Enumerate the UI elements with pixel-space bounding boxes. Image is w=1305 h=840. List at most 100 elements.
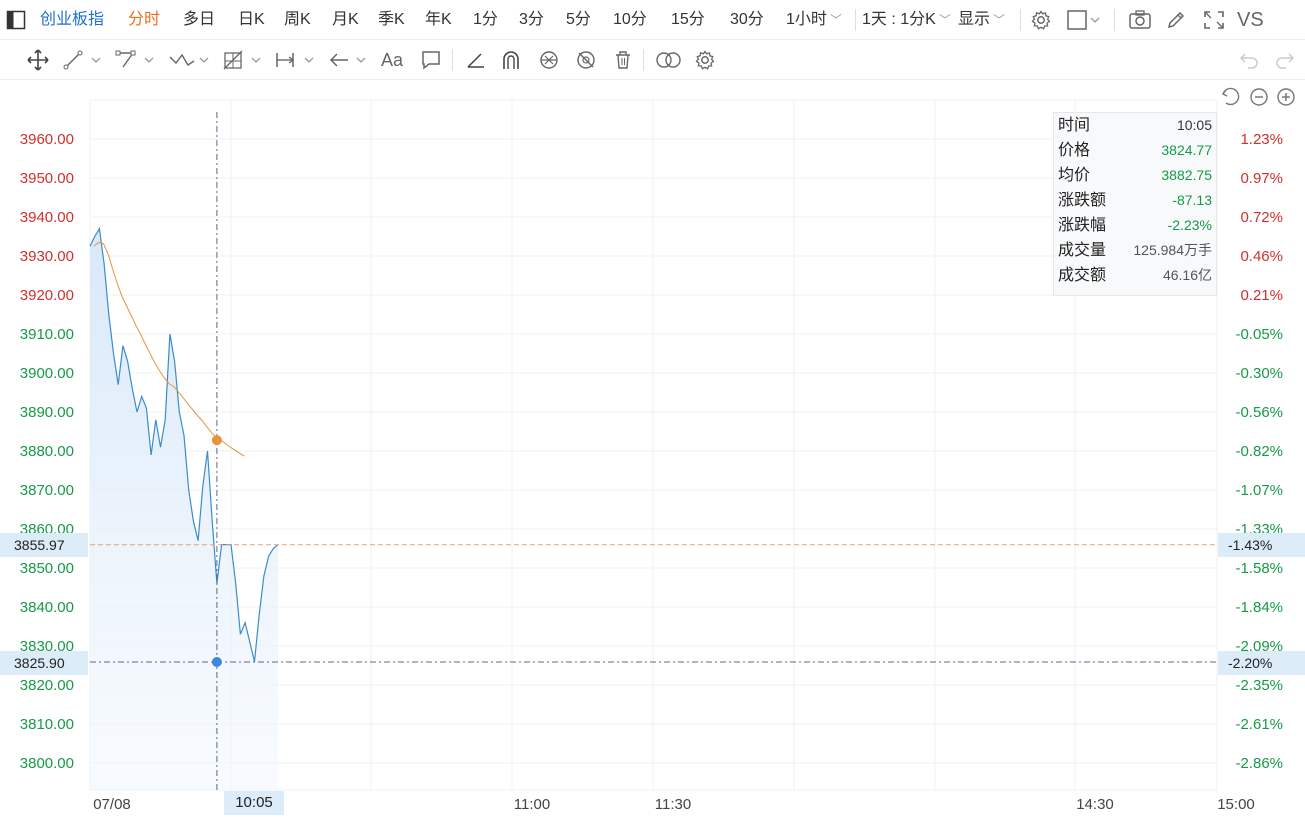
y-right-tick: 0.21% bbox=[1240, 287, 1283, 304]
channel-tool-icon[interactable] bbox=[115, 49, 159, 76]
price-area-fill bbox=[90, 228, 278, 790]
y-right-tick: -0.30% bbox=[1235, 365, 1283, 382]
crosshair-price-tag-left: 3825.90 bbox=[0, 651, 88, 675]
info-value: 46.16亿 bbox=[1162, 267, 1212, 283]
fullscreen-icon[interactable] bbox=[1202, 9, 1226, 36]
tab-8[interactable]: 3分 bbox=[519, 0, 544, 40]
crosshair-info-panel: 时间 10:05 价格 3824.77 均价 3882.75 涨跌额 -87.13 涨跌幅 -2.… bbox=[1053, 112, 1217, 296]
tab-5[interactable]: 季K bbox=[378, 0, 405, 40]
info-row: 均价 3882.75 bbox=[1058, 163, 1212, 188]
wave-pattern-icon[interactable] bbox=[168, 49, 212, 76]
info-label: 涨跌幅 bbox=[1058, 217, 1107, 234]
plot-frame bbox=[89, 99, 1218, 791]
y-left-tick: 3850.00 bbox=[20, 560, 74, 577]
text-tool-button[interactable]: Aa bbox=[381, 40, 403, 80]
x-tick: 14:30 bbox=[1076, 796, 1114, 813]
camera-icon[interactable] bbox=[1128, 9, 1152, 36]
tab-10[interactable]: 10分 bbox=[613, 0, 647, 40]
sidebar-toggle-icon[interactable] bbox=[6, 10, 26, 35]
tab-12[interactable]: 30分 bbox=[730, 0, 764, 40]
index-name[interactable]: 创业板指 bbox=[40, 0, 104, 40]
pencil-icon[interactable] bbox=[1165, 9, 1187, 36]
trend-line-icon[interactable] bbox=[62, 49, 106, 76]
tab-1[interactable]: 多日 bbox=[183, 0, 215, 40]
y-right-tick: -1.84% bbox=[1235, 599, 1283, 616]
info-label: 涨跌额 bbox=[1058, 192, 1107, 209]
comment-icon[interactable] bbox=[420, 49, 442, 76]
tab-6[interactable]: 年K bbox=[425, 0, 452, 40]
chevron-down-icon: ﹀ bbox=[993, 13, 1006, 27]
grid-measure-icon[interactable] bbox=[222, 49, 266, 76]
reset-zoom-icon[interactable] bbox=[1220, 86, 1242, 113]
zoom-out-icon[interactable] bbox=[1248, 86, 1270, 113]
crosshair-time-tag: 10:05 bbox=[224, 791, 284, 815]
info-value: 10:05 bbox=[1176, 117, 1212, 133]
x-tick: 11:30 bbox=[655, 796, 691, 813]
y-left-tick: 3800.00 bbox=[20, 755, 74, 772]
tab-0[interactable]: 分时 bbox=[128, 0, 160, 40]
magnet-icon[interactable] bbox=[500, 49, 522, 76]
display-dropdown-label: 显示 bbox=[958, 11, 991, 28]
y-left-tick: 3920.00 bbox=[20, 287, 74, 304]
drawing-toolbar: Aa bbox=[0, 40, 1305, 80]
settings-gear-icon[interactable] bbox=[1030, 9, 1052, 36]
info-row: 成交量 125.984万手 bbox=[1058, 238, 1212, 263]
info-row: 涨跌额 -87.13 bbox=[1058, 188, 1212, 213]
y-left-tick: 3940.00 bbox=[20, 209, 74, 226]
lock-drawing-icon[interactable] bbox=[537, 49, 561, 76]
tab-11[interactable]: 15分 bbox=[671, 0, 705, 40]
drawing-settings-gear-icon[interactable] bbox=[694, 49, 716, 76]
info-value: -2.23% bbox=[1167, 217, 1212, 233]
arrow-left-icon[interactable] bbox=[328, 49, 372, 76]
info-label: 成交额 bbox=[1058, 267, 1107, 284]
angle-tool-icon[interactable] bbox=[465, 49, 487, 76]
info-label: 时间 bbox=[1058, 117, 1091, 134]
square-layout-icon[interactable] bbox=[1066, 9, 1106, 36]
average-price-line bbox=[93, 241, 245, 457]
day-dropdown[interactable]: 1天 : 1分K ﹀ bbox=[862, 0, 951, 40]
crosshair-pct-tag-right: -2.20% bbox=[1218, 651, 1305, 675]
info-label: 成交量 bbox=[1058, 242, 1107, 259]
hide-drawings-icon[interactable] bbox=[574, 49, 598, 76]
period-toolbar: 创业板指 分时 多日 日K 周K 月K 季K 年K 1分 3分 5分 10分 15分 30分 1小时 ﹀ … bbox=[0, 0, 1305, 40]
y-right-tick: 0.97% bbox=[1240, 170, 1283, 187]
info-row: 成交额 46.16亿 bbox=[1058, 263, 1212, 288]
hour-dropdown[interactable]: 1小时 ﹀ bbox=[786, 0, 842, 40]
avg-price-marker bbox=[211, 435, 222, 446]
y-left-tick: 3880.00 bbox=[20, 443, 74, 460]
range-measure-icon[interactable] bbox=[274, 49, 318, 76]
tab-7[interactable]: 1分 bbox=[473, 0, 498, 40]
info-row: 价格 3824.77 bbox=[1058, 138, 1212, 163]
tab-3[interactable]: 周K bbox=[284, 0, 311, 40]
info-value: 3882.75 bbox=[1161, 167, 1212, 183]
y-left-tick: 3950.00 bbox=[20, 170, 74, 187]
y-right-tick: -0.82% bbox=[1235, 443, 1283, 460]
trash-icon[interactable] bbox=[612, 49, 634, 76]
tab-4[interactable]: 月K bbox=[332, 0, 359, 40]
price-line bbox=[89, 226, 279, 662]
compare-overlay-icon[interactable] bbox=[655, 49, 683, 76]
ref-pct-tag-right: -1.43% bbox=[1218, 533, 1305, 557]
compare-vs-button[interactable]: VS bbox=[1237, 0, 1264, 40]
y-right-tick: 1.23% bbox=[1240, 131, 1283, 148]
display-dropdown[interactable]: 显示 ﹀ bbox=[958, 0, 1005, 40]
move-crosshair-icon[interactable] bbox=[26, 49, 50, 76]
y-left-tick: 3900.00 bbox=[20, 365, 74, 382]
x-tick: 11:00 bbox=[514, 796, 550, 813]
chevron-down-icon: ﹀ bbox=[938, 13, 951, 27]
y-right-tick: -2.35% bbox=[1235, 677, 1283, 694]
zoom-in-icon[interactable] bbox=[1275, 86, 1297, 113]
hour-dropdown-label: 1小时 bbox=[786, 11, 827, 28]
info-value: 125.984万手 bbox=[1133, 242, 1212, 258]
redo-icon[interactable] bbox=[1274, 49, 1296, 76]
y-right-tick: -2.86% bbox=[1235, 755, 1283, 772]
y-right-tick: 0.46% bbox=[1240, 248, 1283, 265]
info-row: 涨跌幅 -2.23% bbox=[1058, 213, 1212, 238]
info-label: 价格 bbox=[1058, 142, 1091, 159]
x-tick: 07/08 bbox=[93, 796, 131, 813]
tab-9[interactable]: 5分 bbox=[566, 0, 591, 40]
tab-2[interactable]: 日K bbox=[238, 0, 265, 40]
y-left-tick: 3810.00 bbox=[20, 716, 74, 733]
y-right-tick: -1.58% bbox=[1235, 560, 1283, 577]
undo-icon[interactable] bbox=[1238, 49, 1260, 76]
